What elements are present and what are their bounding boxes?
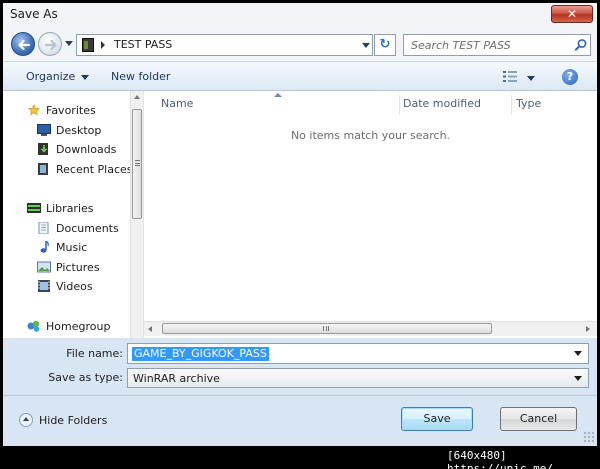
recent-pages-dropdown[interactable] bbox=[65, 41, 73, 46]
refresh-button[interactable]: ↻ bbox=[374, 34, 396, 56]
nav-documents[interactable]: Documents bbox=[37, 220, 119, 236]
breadcrumb-test-pass[interactable]: TEST PASS bbox=[114, 38, 172, 51]
nav-homegroup-label: Homegroup bbox=[46, 319, 111, 333]
cancel-button[interactable]: Cancel bbox=[500, 407, 577, 431]
address-row: TEST PASS ↻ Search TEST PASS bbox=[3, 27, 597, 61]
navigation-scroll-thumb[interactable] bbox=[132, 109, 142, 219]
save-as-type-value: WinRAR archive bbox=[133, 372, 220, 385]
image-frame: Save As ✕ TEST PASS ↻ Search TEST PASS O… bbox=[0, 0, 600, 469]
libraries-icon bbox=[27, 203, 41, 213]
documents-icon bbox=[38, 222, 49, 234]
divider bbox=[3, 395, 597, 396]
breadcrumb-chevron-icon[interactable] bbox=[101, 41, 105, 49]
nav-music-label: Music bbox=[56, 240, 88, 254]
horizontal-scroll-thumb[interactable] bbox=[162, 323, 492, 334]
nav-pictures-label: Pictures bbox=[56, 260, 100, 274]
empty-folder-message: No items match your search. bbox=[290, 129, 451, 142]
back-button[interactable] bbox=[11, 32, 35, 56]
column-header-name[interactable]: Name bbox=[161, 91, 193, 117]
nav-downloads-label: Downloads bbox=[56, 142, 117, 156]
nav-downloads[interactable]: Downloads bbox=[37, 141, 116, 157]
search-input[interactable]: Search TEST PASS bbox=[403, 34, 591, 56]
nav-videos-label: Videos bbox=[56, 279, 93, 293]
recent-places-icon bbox=[38, 163, 48, 175]
nav-favorites-label: Favorites bbox=[46, 103, 96, 117]
forward-arrow-icon bbox=[44, 39, 57, 51]
search-placeholder: Search TEST PASS bbox=[411, 39, 511, 52]
column-header-type[interactable]: Type bbox=[516, 91, 541, 117]
help-glyph: ? bbox=[566, 70, 574, 83]
organize-button[interactable]: Organize bbox=[26, 70, 90, 83]
chevron-down-icon bbox=[81, 74, 90, 80]
views-icon[interactable] bbox=[503, 71, 517, 82]
watermark-text: [640x480] https://upic.me/ bbox=[447, 449, 553, 469]
music-icon bbox=[40, 241, 49, 253]
search-icon[interactable] bbox=[574, 38, 588, 52]
file-name-value[interactable]: GAME_BY_GIGKOK_PASS bbox=[132, 347, 269, 361]
nav-recent-places-label: Recent Places bbox=[56, 162, 133, 176]
nav-pictures[interactable]: Pictures bbox=[37, 259, 100, 275]
homegroup-icon bbox=[27, 320, 40, 332]
pictures-icon bbox=[37, 261, 51, 273]
chevron-down-icon[interactable] bbox=[574, 376, 582, 381]
sort-ascending-icon bbox=[274, 93, 282, 97]
scroll-up-icon[interactable] bbox=[134, 95, 140, 99]
close-button[interactable]: ✕ bbox=[551, 5, 593, 23]
nav-recent-places[interactable]: Recent Places bbox=[37, 161, 133, 177]
back-arrow-icon bbox=[18, 39, 31, 51]
folder-icon bbox=[82, 38, 94, 52]
new-folder-label: New folder bbox=[111, 70, 171, 83]
nav-libraries[interactable]: Libraries bbox=[27, 200, 94, 216]
hide-folders-button[interactable]: Hide Folders bbox=[19, 413, 107, 427]
column-header-date-modified[interactable]: Date modified bbox=[403, 91, 481, 117]
videos-icon bbox=[38, 280, 50, 292]
horizontal-scrollbar[interactable] bbox=[144, 321, 597, 336]
scroll-right-icon[interactable] bbox=[586, 326, 590, 332]
nav-documents-label: Documents bbox=[56, 221, 119, 235]
window-title: Save As bbox=[10, 7, 58, 21]
organize-label: Organize bbox=[26, 70, 76, 83]
file-name-label: File name: bbox=[66, 347, 123, 360]
hide-folders-label: Hide Folders bbox=[39, 413, 108, 427]
navigation-pane: Favorites Desktop Downloads Recent Place… bbox=[3, 91, 133, 338]
column-divider[interactable] bbox=[511, 95, 512, 115]
nav-music[interactable]: Music bbox=[37, 239, 87, 255]
nav-desktop-label: Desktop bbox=[56, 123, 102, 137]
refresh-icon: ↻ bbox=[379, 37, 391, 52]
close-icon: ✕ bbox=[566, 7, 578, 21]
save-button[interactable]: Save bbox=[401, 407, 473, 431]
chevron-up-icon bbox=[19, 413, 33, 427]
address-bar[interactable]: TEST PASS bbox=[76, 34, 373, 56]
nav-homegroup[interactable]: Homegroup bbox=[27, 318, 110, 334]
scroll-left-icon[interactable] bbox=[148, 326, 152, 332]
save-as-type-select[interactable]: WinRAR archive bbox=[127, 368, 589, 388]
file-name-dropdown[interactable] bbox=[574, 351, 582, 356]
forward-button[interactable] bbox=[38, 32, 62, 56]
star-icon bbox=[28, 104, 40, 116]
help-icon[interactable]: ? bbox=[562, 69, 578, 85]
command-bar: Organize New folder ? bbox=[3, 61, 597, 91]
nav-favorites[interactable]: Favorites bbox=[27, 102, 96, 118]
save-as-dialog: Save As ✕ TEST PASS ↻ Search TEST PASS O… bbox=[3, 3, 597, 446]
new-folder-button[interactable]: New folder bbox=[111, 70, 170, 83]
save-as-type-label: Save as type: bbox=[48, 371, 123, 384]
grip-icon bbox=[135, 160, 140, 166]
nav-videos[interactable]: Videos bbox=[37, 278, 93, 294]
column-divider[interactable] bbox=[399, 95, 400, 115]
grip-icon bbox=[323, 326, 329, 331]
file-name-field[interactable]: GAME_BY_GIGKOK_PASS bbox=[127, 343, 589, 364]
desktop-icon bbox=[37, 124, 51, 136]
downloads-icon bbox=[38, 143, 48, 155]
resize-grip[interactable] bbox=[583, 431, 595, 443]
views-dropdown[interactable] bbox=[527, 76, 535, 81]
address-dropdown[interactable] bbox=[362, 43, 370, 48]
file-list: Name Date modified Type No items match y… bbox=[144, 91, 597, 338]
navigation-scrollbar[interactable] bbox=[130, 91, 143, 338]
nav-desktop[interactable]: Desktop bbox=[37, 122, 101, 138]
nav-libraries-label: Libraries bbox=[46, 201, 94, 215]
title-bar: Save As ✕ bbox=[3, 3, 597, 27]
